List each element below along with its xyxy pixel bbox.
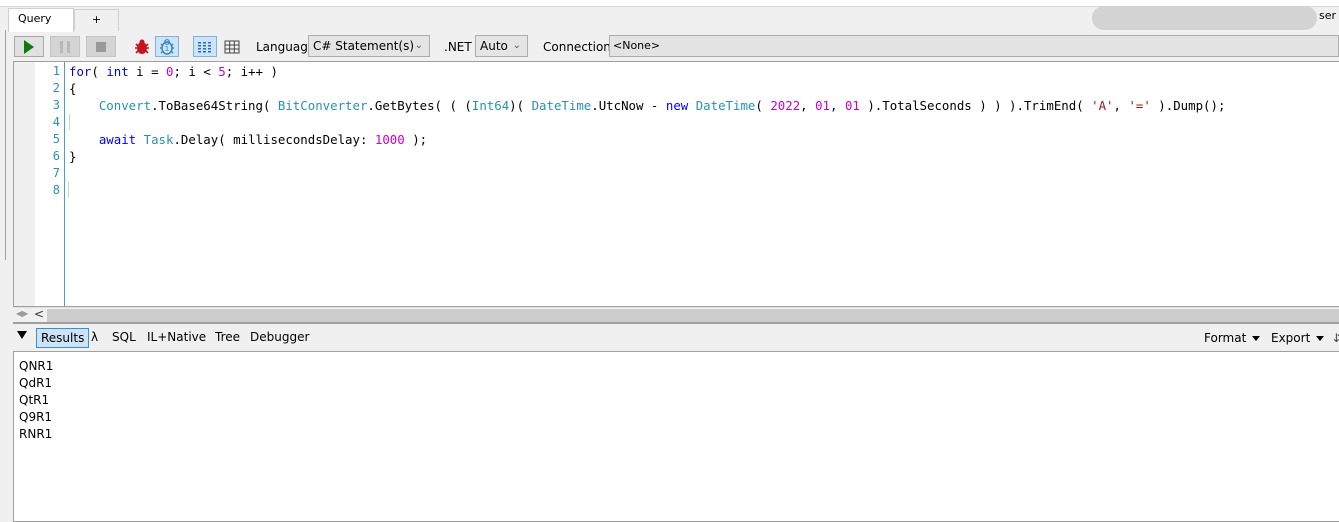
net-label: .NET bbox=[444, 40, 472, 54]
indent-guide bbox=[69, 114, 70, 130]
left-panel-edge bbox=[0, 30, 6, 260]
caret-down-icon bbox=[1316, 336, 1325, 341]
plus-icon: + bbox=[91, 13, 102, 26]
results-output: QNR1 QdR1 QtR1 Q9R1 RNR1 bbox=[13, 351, 1339, 522]
line-number: 4 bbox=[52, 115, 60, 129]
bug-step-icon: 1 bbox=[160, 38, 174, 55]
scrollbar-thumb[interactable] bbox=[47, 309, 1339, 322]
connection-label: Connection bbox=[543, 40, 611, 54]
scroll-left-icon[interactable]: < bbox=[34, 307, 44, 321]
rich-text-results-button[interactable] bbox=[193, 36, 217, 57]
result-row: RNR1 bbox=[19, 427, 53, 441]
line-number: 1 bbox=[52, 64, 60, 78]
code-line: Convert.ToBase64String( BitConverter.Get… bbox=[98, 98, 1226, 113]
export-menu-label: Export bbox=[1271, 331, 1311, 345]
format-menu[interactable]: Format bbox=[1204, 331, 1261, 345]
connection-select[interactable]: <None> bbox=[609, 35, 1339, 57]
list-view-icon bbox=[198, 41, 211, 52]
connection-select-value: <None> bbox=[613, 39, 661, 52]
code-editor[interactable]: 1 2 3 4 5 6 7 8 for( int i = 0; i < 5; i… bbox=[13, 61, 1339, 307]
pause-icon bbox=[60, 40, 70, 53]
new-query-tab-button[interactable]: + bbox=[74, 9, 119, 31]
line-number: 3 bbox=[52, 98, 60, 112]
bug-icon bbox=[135, 39, 149, 54]
redacted-region bbox=[1092, 6, 1317, 30]
line-number: 6 bbox=[52, 149, 60, 163]
line-number-gutter: 1 2 3 4 5 6 7 8 bbox=[35, 62, 65, 306]
code-line: } bbox=[69, 149, 77, 164]
tab-il-native[interactable]: IL+Native bbox=[143, 328, 210, 348]
editor-horizontal-scrollbar[interactable]: ◀▶ < bbox=[13, 307, 1339, 322]
caret-down-icon bbox=[1252, 336, 1261, 341]
tab-lambda[interactable]: λ bbox=[87, 328, 102, 348]
editor-margin bbox=[14, 62, 35, 306]
chevron-down-icon: ⌄ bbox=[512, 40, 521, 51]
format-menu-label: Format bbox=[1204, 331, 1247, 345]
tab-results[interactable]: Results bbox=[36, 328, 90, 348]
svg-text:1: 1 bbox=[165, 45, 169, 53]
result-row: Q9R1 bbox=[19, 410, 53, 424]
tab-tree[interactable]: Tree bbox=[211, 328, 244, 348]
language-select[interactable]: C# Statement(s) ⌄ bbox=[308, 35, 430, 57]
result-row: QtR1 bbox=[19, 393, 50, 407]
grid-icon bbox=[224, 40, 240, 53]
toolbar: 1 Language C# Statement(s) ⌄ .NET Auto ⌄… bbox=[6, 32, 1339, 60]
stop-icon bbox=[96, 41, 106, 52]
collapse-results-icon[interactable] bbox=[17, 331, 27, 339]
user-label: ser bbox=[1319, 9, 1337, 22]
grid-results-button[interactable] bbox=[220, 36, 244, 57]
line-number: 7 bbox=[52, 166, 60, 180]
debug-step-button[interactable]: 1 bbox=[155, 36, 179, 57]
dock-toggle-icon[interactable]: ⇵ bbox=[1333, 331, 1339, 345]
code-line: await Task.Delay( millisecondsDelay: 100… bbox=[98, 132, 428, 147]
tab-query-1[interactable]: Query 1* bbox=[8, 8, 74, 45]
language-select-value: C# Statement(s) bbox=[313, 39, 415, 53]
chevron-down-icon: ⌄ bbox=[414, 40, 423, 51]
stop-button[interactable] bbox=[86, 36, 116, 57]
code-line: { bbox=[69, 81, 77, 96]
split-arrows-icon: ◀▶ bbox=[16, 309, 29, 318]
export-menu[interactable]: Export bbox=[1271, 331, 1325, 345]
debug-button[interactable] bbox=[130, 36, 154, 57]
results-tab-bar: Results λ SQL IL+Native Tree Debugger Fo… bbox=[13, 324, 1339, 350]
net-version-select[interactable]: Auto ⌄ bbox=[475, 35, 528, 57]
net-select-value: Auto bbox=[480, 39, 508, 53]
line-number: 8 bbox=[52, 183, 60, 197]
run-button[interactable] bbox=[14, 36, 44, 57]
text-caret bbox=[68, 182, 69, 198]
line-number: 5 bbox=[52, 132, 60, 146]
tab-sql[interactable]: SQL bbox=[108, 328, 140, 348]
result-row: QNR1 bbox=[19, 359, 54, 373]
tab-debugger[interactable]: Debugger bbox=[246, 328, 313, 348]
language-label: Language bbox=[256, 40, 316, 54]
line-number: 2 bbox=[52, 81, 60, 95]
play-icon bbox=[24, 39, 34, 54]
result-row: QdR1 bbox=[19, 376, 53, 390]
code-line: for( int i = 0; i < 5; i++ ) bbox=[69, 64, 278, 79]
pause-button[interactable] bbox=[50, 36, 80, 57]
